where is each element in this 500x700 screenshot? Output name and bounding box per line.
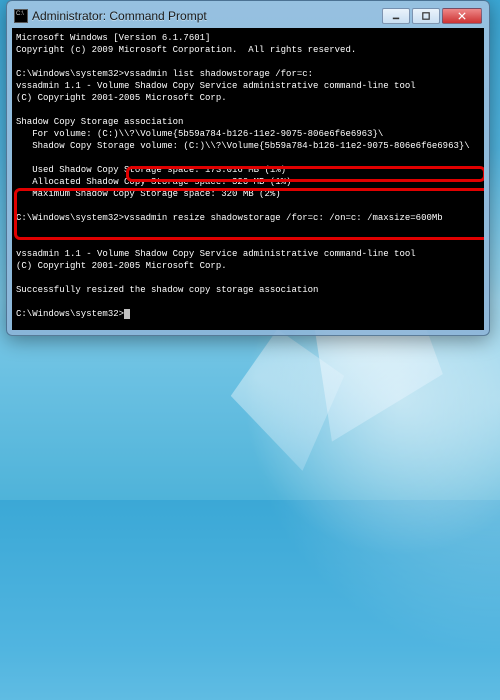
assoc-storage-volume: Shadow Copy Storage volume: (C:)\\?\Volu… — [16, 140, 480, 152]
blank-line — [16, 272, 480, 284]
tool-header: vssadmin 1.1 - Volume Shadow Copy Servic… — [16, 248, 480, 260]
prompt-line: C:\Windows\system32>vssadmin list shadow… — [16, 68, 480, 80]
tool-copyright: (C) Copyright 2001-2005 Microsoft Corp. — [16, 92, 480, 104]
tool-header: vssadmin 1.1 - Volume Shadow Copy Servic… — [16, 80, 480, 92]
cmd-icon — [14, 9, 28, 23]
tool-copyright: (C) Copyright 2001-2005 Microsoft Corp. — [16, 260, 480, 272]
blank-line — [16, 152, 480, 164]
assoc-max-space: Maximum Shadow Copy Storage space: 320 M… — [16, 188, 480, 200]
prompt: C:\Windows\system32> — [16, 309, 124, 319]
blank-line — [16, 200, 480, 212]
maximize-button[interactable] — [412, 8, 440, 24]
prompt-line: C:\Windows\system32>vssadmin resize shad… — [16, 212, 480, 224]
prompt: C:\Windows\system32> — [16, 213, 124, 223]
titlebar[interactable]: Administrator: Command Prompt — [12, 6, 484, 28]
blank-line — [16, 104, 480, 116]
close-button[interactable] — [442, 8, 482, 24]
prompt: C:\Windows\system32> — [16, 69, 124, 79]
assoc-used-space: Used Shadow Copy Storage space: 173.016 … — [16, 164, 480, 176]
blank-line — [16, 224, 480, 236]
assoc-allocated-space: Allocated Shadow Copy Storage space: 320… — [16, 176, 480, 188]
version-line: Microsoft Windows [Version 6.1.7601] — [16, 32, 480, 44]
copyright-line: Copyright (c) 2009 Microsoft Corporation… — [16, 44, 480, 56]
window-title: Administrator: Command Prompt — [32, 9, 380, 23]
minimize-icon — [392, 12, 400, 20]
assoc-for-volume: For volume: (C:)\\?\Volume{5b59a784-b126… — [16, 128, 480, 140]
prompt-line: C:\Windows\system32> — [16, 308, 480, 320]
success-message: Successfully resized the shadow copy sto… — [16, 284, 480, 296]
command-list-shadowstorage: vssadmin list shadowstorage /for=c: — [124, 69, 313, 79]
blank-line — [16, 296, 480, 308]
cursor — [124, 309, 130, 319]
terminal-output[interactable]: Microsoft Windows [Version 6.1.7601] Cop… — [12, 28, 484, 330]
blank-line — [16, 236, 480, 248]
close-icon — [458, 12, 466, 20]
window-controls — [380, 8, 482, 24]
minimize-button[interactable] — [382, 8, 410, 24]
maximize-icon — [422, 12, 430, 20]
assoc-header: Shadow Copy Storage association — [16, 116, 480, 128]
command-prompt-window: Administrator: Command Prompt Microsoft … — [6, 0, 490, 336]
blank-line — [16, 56, 480, 68]
command-resize-shadowstorage: vssadmin resize shadowstorage /for=c: /o… — [124, 213, 443, 223]
